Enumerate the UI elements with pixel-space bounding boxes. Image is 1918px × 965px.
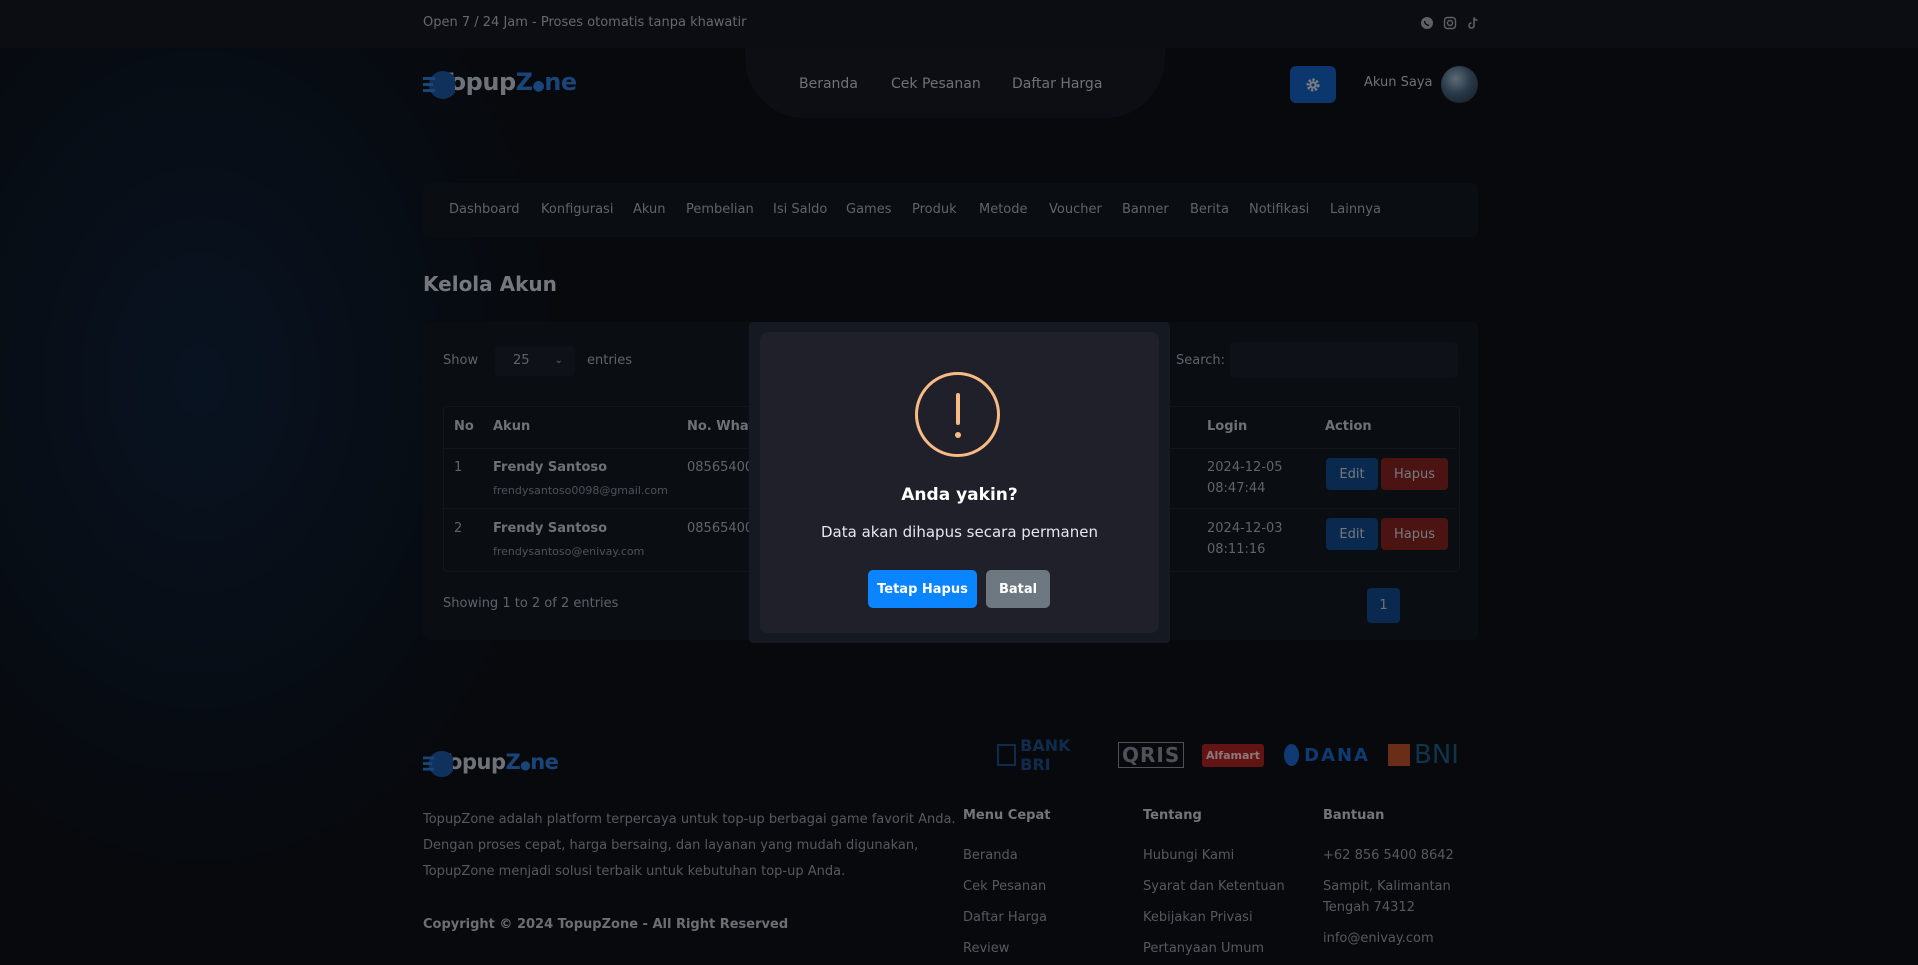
cancel-button[interactable]: Batal	[986, 570, 1050, 608]
dialog-text: Data akan dihapus secara permanen	[821, 523, 1098, 541]
dialog-title: Anda yakin?	[901, 485, 1018, 505]
warning-icon	[915, 372, 1000, 457]
confirm-delete-button[interactable]: Tetap Hapus	[868, 570, 977, 608]
